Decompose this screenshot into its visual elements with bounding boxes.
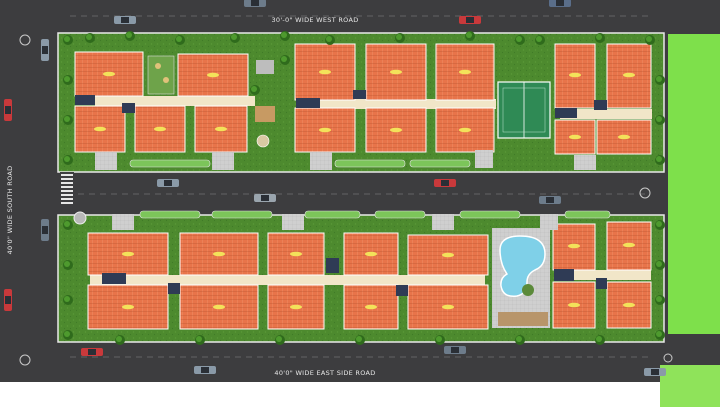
tree-icon xyxy=(63,75,73,85)
tree-icon xyxy=(63,155,73,165)
tree-icon xyxy=(175,35,185,45)
villa-n7 xyxy=(554,43,596,155)
tree-icon xyxy=(63,260,73,270)
tree-icon xyxy=(515,35,525,45)
car-icon xyxy=(114,16,136,24)
tree-icon xyxy=(355,335,365,345)
tree-icon xyxy=(63,35,73,45)
car-icon xyxy=(254,194,276,202)
site-plan-svg: 30'-0" WIDE WEST ROAD 40'0" WIDE EAST SI… xyxy=(0,0,720,407)
tree-icon xyxy=(63,295,73,305)
walkway-north-west xyxy=(95,96,255,106)
tree-icon xyxy=(655,330,665,340)
south-east-green-corner xyxy=(660,365,720,407)
villa-n3 xyxy=(194,105,248,153)
tree-icon xyxy=(63,330,73,340)
tree-icon xyxy=(395,33,405,43)
zebra-crossing xyxy=(60,172,74,212)
bottom-margin xyxy=(0,382,720,407)
walkway-south-main xyxy=(90,275,485,285)
tree-icon xyxy=(275,335,285,345)
tree-icon xyxy=(645,35,655,45)
north-road-label: 30'-0" WIDE WEST ROAD xyxy=(271,16,358,24)
tree-icon xyxy=(195,335,205,345)
tree-icon xyxy=(655,75,665,85)
tree-icon xyxy=(595,33,605,43)
tree-icon xyxy=(515,335,525,345)
car-icon xyxy=(41,39,49,61)
villa-n6 xyxy=(435,43,495,153)
south-road-label: 40'0" WIDE EAST SIDE ROAD xyxy=(274,369,375,377)
tree-icon xyxy=(125,31,135,41)
tree-icon xyxy=(325,35,335,45)
court-icon xyxy=(497,81,551,139)
car-icon xyxy=(81,348,103,356)
site-plan-map: 30'-0" WIDE WEST ROAD 40'0" WIDE EAST SI… xyxy=(0,0,720,407)
car-icon xyxy=(644,368,666,376)
west-road-label: 40'0" WIDE SOUTH ROAD xyxy=(6,166,14,255)
car-icon xyxy=(539,196,561,204)
fountain-circle xyxy=(73,211,87,225)
tree-icon xyxy=(63,115,73,125)
tree-icon xyxy=(435,335,445,345)
car-icon xyxy=(4,99,12,121)
car-icon xyxy=(244,0,266,7)
tree-icon xyxy=(655,295,665,305)
tree-icon xyxy=(465,31,475,41)
car-icon xyxy=(194,366,216,374)
tree-icon xyxy=(655,220,665,230)
car-icon xyxy=(444,346,466,354)
tree-icon xyxy=(85,33,95,43)
tree-icon xyxy=(595,335,605,345)
car-icon xyxy=(549,0,571,7)
tree-icon xyxy=(250,85,260,95)
tree-icon xyxy=(230,33,240,43)
east-green-belt xyxy=(668,34,720,334)
pool-icon xyxy=(492,228,550,328)
car-icon xyxy=(41,219,49,241)
tree-icon xyxy=(115,335,125,345)
tree-icon xyxy=(655,155,665,165)
car-icon xyxy=(459,16,481,24)
tree-icon xyxy=(655,115,665,125)
villa-n4 xyxy=(294,43,356,153)
car-icon xyxy=(4,289,12,311)
tree-icon xyxy=(280,31,290,41)
car-icon xyxy=(434,179,456,187)
tree-icon xyxy=(280,55,290,65)
tree-icon xyxy=(655,260,665,270)
tree-icon xyxy=(535,35,545,45)
tree-icon xyxy=(63,220,73,230)
car-icon xyxy=(157,179,179,187)
